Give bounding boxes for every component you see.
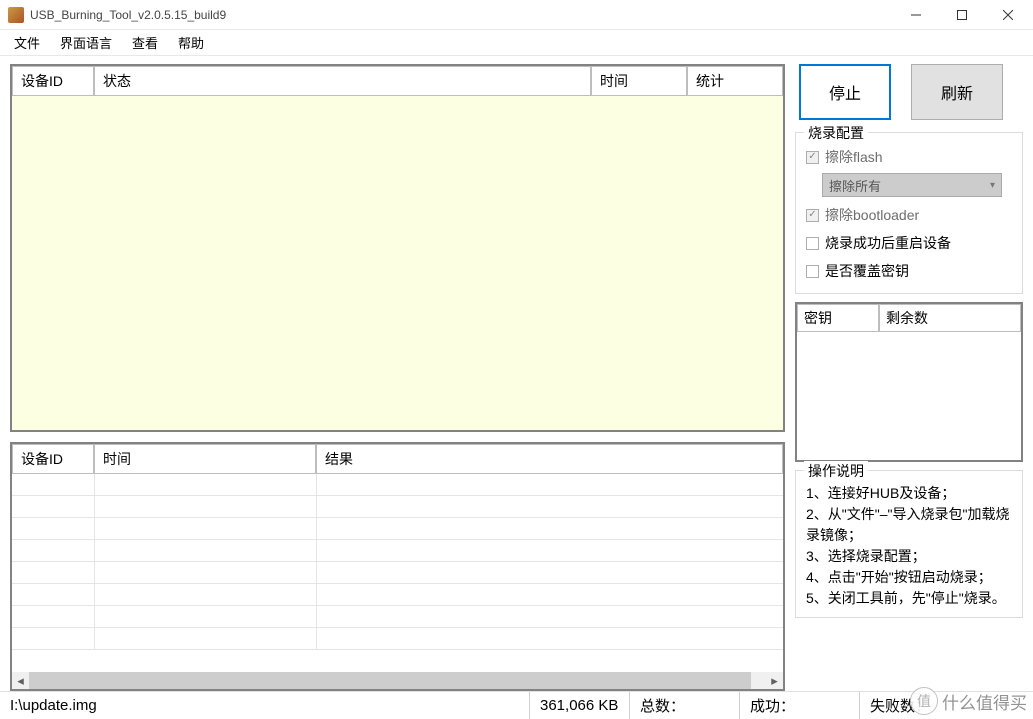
instruction-line: 1、连接好HUB及设备； — [806, 483, 1012, 504]
col-stats[interactable]: 统计 — [687, 66, 783, 96]
watermark-text: 什么值得买 — [942, 689, 1027, 714]
refresh-button[interactable]: 刷新 — [911, 64, 1003, 120]
menu-file[interactable]: 文件 — [6, 31, 48, 54]
watermark-icon: 值 — [910, 687, 938, 715]
col2-device-id[interactable]: 设备ID — [12, 444, 94, 474]
result-table-panel: 设备ID 时间 结果 ◂ ▸ — [10, 442, 785, 691]
device-table-header: 设备ID 状态 时间 统计 — [12, 66, 783, 96]
table-row — [12, 518, 783, 540]
table-row — [12, 628, 783, 650]
overwrite-key-label: 是否覆盖密钥 — [825, 261, 909, 281]
instruction-line: 2、从"文件"–"导入烧录包"加载烧录镜像； — [806, 504, 1012, 546]
titlebar: USB_Burning_Tool_v2.0.5.15_build9 — [0, 0, 1033, 30]
instruction-line: 3、选择烧录配置； — [806, 546, 1012, 567]
erase-flash-label: 擦除flash — [825, 147, 883, 167]
watermark: 值 什么值得买 — [910, 687, 1027, 715]
menu-help[interactable]: 帮助 — [170, 31, 212, 54]
device-table-panel: 设备ID 状态 时间 统计 — [10, 64, 785, 432]
scroll-thumb[interactable] — [29, 672, 751, 689]
status-size: 361,066 KB — [530, 692, 630, 719]
erase-mode-select[interactable]: 擦除所有 ▾ — [822, 173, 1002, 197]
erase-mode-value: 擦除所有 — [829, 176, 881, 195]
table-row — [12, 562, 783, 584]
maximize-button[interactable] — [939, 0, 985, 30]
col-device-id[interactable]: 设备ID — [12, 66, 94, 96]
result-table-body — [12, 474, 783, 672]
horizontal-scrollbar[interactable]: ◂ ▸ — [12, 672, 783, 689]
erase-bootloader-checkbox[interactable]: ✓ 擦除bootloader — [804, 201, 1014, 229]
status-success: 成功： — [740, 692, 860, 719]
menu-view[interactable]: 查看 — [124, 31, 166, 54]
reboot-label: 烧录成功后重启设备 — [825, 233, 951, 253]
burn-config-legend: 烧录配置 — [804, 123, 868, 143]
close-button[interactable] — [985, 0, 1031, 30]
key-table-body — [797, 332, 1021, 460]
checkbox-icon: ✓ — [806, 151, 819, 164]
checkbox-icon — [806, 237, 819, 250]
scroll-left-icon[interactable]: ◂ — [12, 672, 29, 689]
erase-flash-checkbox[interactable]: ✓ 擦除flash — [804, 143, 1014, 171]
table-row — [12, 496, 783, 518]
col2-result[interactable]: 结果 — [316, 444, 783, 474]
statusbar: I:\update.img 361,066 KB 总数： 成功： 失败数： — [0, 691, 1033, 719]
stop-button[interactable]: 停止 — [799, 64, 891, 120]
table-row — [12, 474, 783, 496]
scroll-right-icon[interactable]: ▸ — [766, 672, 783, 689]
instruction-line: 5、关闭工具前，先"停止"烧录。 — [806, 588, 1012, 609]
minimize-button[interactable] — [893, 0, 939, 30]
instructions-group: 操作说明 1、连接好HUB及设备； 2、从"文件"–"导入烧录包"加载烧录镜像；… — [795, 470, 1023, 618]
overwrite-key-checkbox[interactable]: 是否覆盖密钥 — [804, 257, 1014, 285]
table-row — [12, 584, 783, 606]
checkbox-icon: ✓ — [806, 209, 819, 222]
table-row — [12, 606, 783, 628]
key-table: 密钥 剩余数 — [795, 302, 1023, 462]
col-status[interactable]: 状态 — [94, 66, 591, 96]
device-table-body — [12, 96, 783, 430]
chevron-down-icon: ▾ — [990, 180, 995, 191]
checkbox-icon — [806, 265, 819, 278]
result-table-header: 设备ID 时间 结果 — [12, 444, 783, 474]
col-time[interactable]: 时间 — [591, 66, 687, 96]
menu-language[interactable]: 界面语言 — [52, 31, 120, 54]
status-path: I:\update.img — [0, 692, 530, 719]
window-title: USB_Burning_Tool_v2.0.5.15_build9 — [30, 8, 893, 22]
app-icon — [8, 7, 24, 23]
reboot-checkbox[interactable]: 烧录成功后重启设备 — [804, 229, 1014, 257]
burn-config-group: 烧录配置 ✓ 擦除flash 擦除所有 ▾ ✓ 擦除bootloader 烧录成… — [795, 132, 1023, 294]
erase-bootloader-label: 擦除bootloader — [825, 205, 919, 225]
status-total: 总数： — [630, 692, 740, 719]
col-remaining[interactable]: 剩余数 — [879, 304, 1021, 332]
instruction-line: 4、点击"开始"按钮启动烧录； — [806, 567, 1012, 588]
col2-time[interactable]: 时间 — [94, 444, 316, 474]
menubar: 文件 界面语言 查看 帮助 — [0, 30, 1033, 56]
instructions-legend: 操作说明 — [804, 461, 868, 482]
col-key[interactable]: 密钥 — [797, 304, 879, 332]
table-row — [12, 540, 783, 562]
